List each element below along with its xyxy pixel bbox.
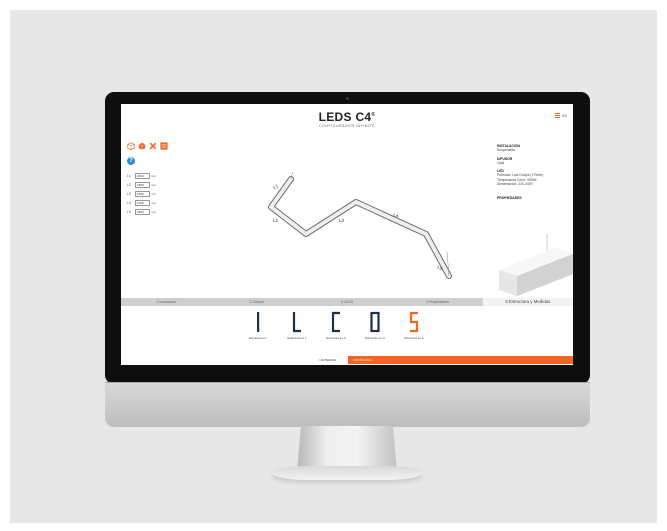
structure-label: Estructura en L [287, 336, 307, 340]
tab-leds[interactable]: 3 LEDS [302, 298, 392, 306]
grid-icon[interactable] [160, 142, 168, 150]
monitor-stand-foot [272, 466, 422, 480]
tab-structure[interactable]: 5 Estructura y Medidas [482, 298, 573, 306]
tab-installation[interactable]: 1 Instalación [121, 298, 211, 306]
structure-option-o[interactable]: Estructura en O [358, 311, 392, 340]
diffuser-value: Opal [497, 160, 505, 165]
length-row-l2: L2 1800 mm [127, 180, 156, 189]
scene-label-l1: L1 [272, 183, 279, 190]
top-right-controls: ES [555, 113, 567, 118]
length-unit: mm [151, 191, 156, 196]
screen: LEDS C4® CONFIGURADOR INFINITE ES ? L1 2… [121, 104, 573, 365]
continue-button[interactable]: CONTINUAR > [348, 356, 573, 364]
structure-option-c[interactable]: Estructura en C [319, 311, 353, 340]
close-x-icon[interactable] [149, 142, 157, 150]
length-input-l4[interactable]: 1200 [135, 199, 150, 206]
length-label: L1 [127, 173, 131, 178]
brand-title-text: LEDS C4 [318, 110, 372, 124]
structure-l-icon [292, 312, 301, 333]
tab-diffuser[interactable]: 2 Difusor [211, 298, 301, 306]
properties-title: PROPIEDADES [497, 196, 522, 201]
menu-icon[interactable] [555, 113, 561, 118]
help-icon[interactable]: ? [127, 157, 135, 165]
led-line: Alimentación: 220-240V [497, 182, 534, 187]
structure-i-icon [257, 312, 260, 332]
tab-properties[interactable]: 4 Propiedades [392, 298, 482, 306]
trademark: ® [371, 112, 376, 118]
length-row-l1: L1 2400 mm [127, 171, 156, 180]
language-selector[interactable]: ES [562, 114, 567, 118]
toolbar [127, 142, 168, 150]
lamp-preview-image [499, 234, 573, 296]
structure-label: Estructura en O [365, 336, 385, 340]
brand-subtitle: CONFIGURADOR INFINITE [318, 124, 376, 128]
length-unit: mm [151, 209, 156, 214]
brand-title[interactable]: LEDS C4® [121, 110, 573, 124]
length-input-l1[interactable]: 2400 [135, 172, 150, 179]
cube-orange-icon[interactable] [138, 142, 146, 150]
structure-option-s[interactable]: Estructura en S [397, 311, 431, 340]
structure-c-icon [331, 311, 340, 333]
installation-value: Suspendida [497, 148, 515, 153]
lengths-panel: L1 2400 mm L2 1800 mm L3 1200 mm L4 1200… [127, 171, 156, 216]
camera-dot [346, 97, 349, 100]
structure-label: Estructura en C [326, 336, 346, 340]
length-label: L2 [127, 182, 131, 187]
cube-outline-icon[interactable] [127, 142, 135, 150]
step-tabs: 1 Instalación 2 Difusor 3 LEDS 4 Propied… [121, 298, 573, 306]
structure-options: Estructura en I Estructura en L Estructu… [241, 311, 431, 340]
length-row-l5: L5 1800 mm [127, 207, 156, 216]
length-label: L3 [127, 191, 131, 196]
structure-o-icon [370, 311, 380, 333]
length-input-l5[interactable]: 1800 [135, 208, 150, 215]
monitor-chin [105, 382, 590, 427]
length-row-l3: L3 1200 mm [127, 189, 156, 198]
structure-option-l[interactable]: Estructura en L [280, 311, 314, 340]
length-row-l4: L4 1200 mm [127, 198, 156, 207]
previous-button[interactable]: < ANTERIOR [306, 356, 348, 364]
structure-label: Estructura en I [248, 336, 268, 340]
scene-label-l3: L3 [339, 218, 345, 223]
length-label: L5 [127, 209, 131, 214]
length-input-l2[interactable]: 1800 [135, 181, 150, 188]
length-label: L4 [127, 200, 131, 205]
length-input-l3[interactable]: 1200 [135, 190, 150, 197]
length-unit: mm [151, 173, 156, 178]
length-unit: mm [151, 182, 156, 187]
brand-header: LEDS C4® CONFIGURADOR INFINITE [121, 110, 573, 128]
scene-label-l2: L2 [273, 218, 279, 223]
structure-s-icon [409, 311, 419, 333]
length-unit: mm [151, 200, 156, 205]
luminaire-3d-view[interactable]: L1 L2 L3 L4 L5 [221, 172, 461, 297]
info-panel: INSTALACIÓN Suspendida DIFUSOR Opal LED … [497, 144, 567, 201]
structure-option-i[interactable]: Estructura en I [241, 311, 275, 340]
bottom-nav: < ANTERIOR CONTINUAR > [121, 356, 573, 365]
structure-label: Estructura en S [404, 336, 424, 340]
